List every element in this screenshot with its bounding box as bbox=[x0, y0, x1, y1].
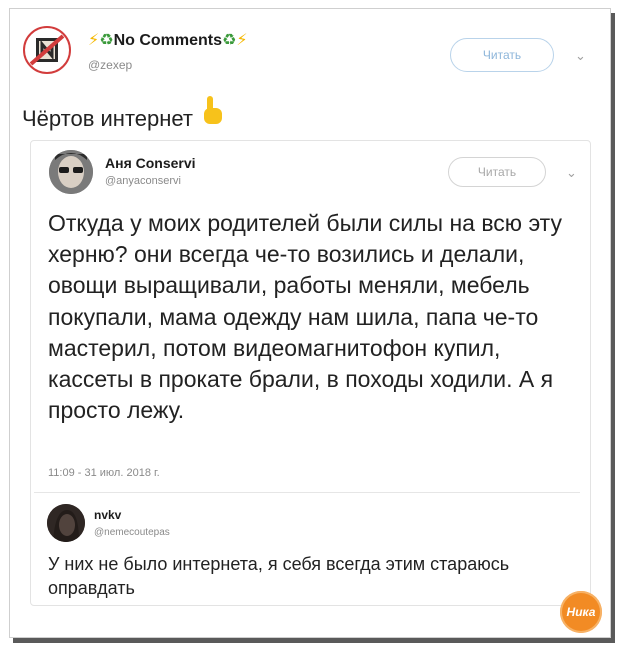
follow-button[interactable]: Читать bbox=[448, 157, 546, 187]
avatar[interactable] bbox=[47, 504, 85, 542]
no-comments-logo-icon bbox=[29, 34, 65, 66]
lightning-icon: ⚡ bbox=[88, 32, 100, 49]
handle[interactable]: @zexep bbox=[88, 58, 132, 72]
chevron-down-icon[interactable]: ⌄ bbox=[566, 165, 577, 181]
lightning-icon: ⚡ bbox=[236, 32, 248, 49]
pointing-hand-icon bbox=[201, 96, 225, 132]
display-name[interactable]: Аня Conservi bbox=[105, 155, 196, 171]
reply-text: У них не было интернета, я себя всегда э… bbox=[48, 554, 510, 598]
display-name[interactable]: nvkv bbox=[94, 508, 121, 522]
handle[interactable]: @anyaconservi bbox=[105, 175, 181, 187]
display-name[interactable]: ⚡♻No Comments♻⚡ bbox=[88, 30, 248, 50]
follow-button[interactable]: Читать bbox=[450, 38, 554, 72]
chevron-down-icon[interactable]: ⌄ bbox=[575, 48, 586, 64]
avatar[interactable] bbox=[49, 150, 93, 194]
recycle-icon: ♻ bbox=[222, 32, 237, 49]
quoted-tweet-text: Откуда у моих родителей были силы на всю… bbox=[48, 210, 562, 424]
avatar[interactable] bbox=[23, 26, 71, 74]
recycle-icon: ♻ bbox=[99, 32, 114, 49]
handle[interactable]: @nemecoutepas bbox=[94, 527, 170, 538]
timestamp[interactable]: 11:09 - 31 июл. 2018 г. bbox=[48, 467, 160, 479]
tweet-text: Чёртов интернет bbox=[22, 96, 225, 132]
divider bbox=[34, 492, 580, 493]
watermark-logo: Ника bbox=[560, 591, 602, 633]
